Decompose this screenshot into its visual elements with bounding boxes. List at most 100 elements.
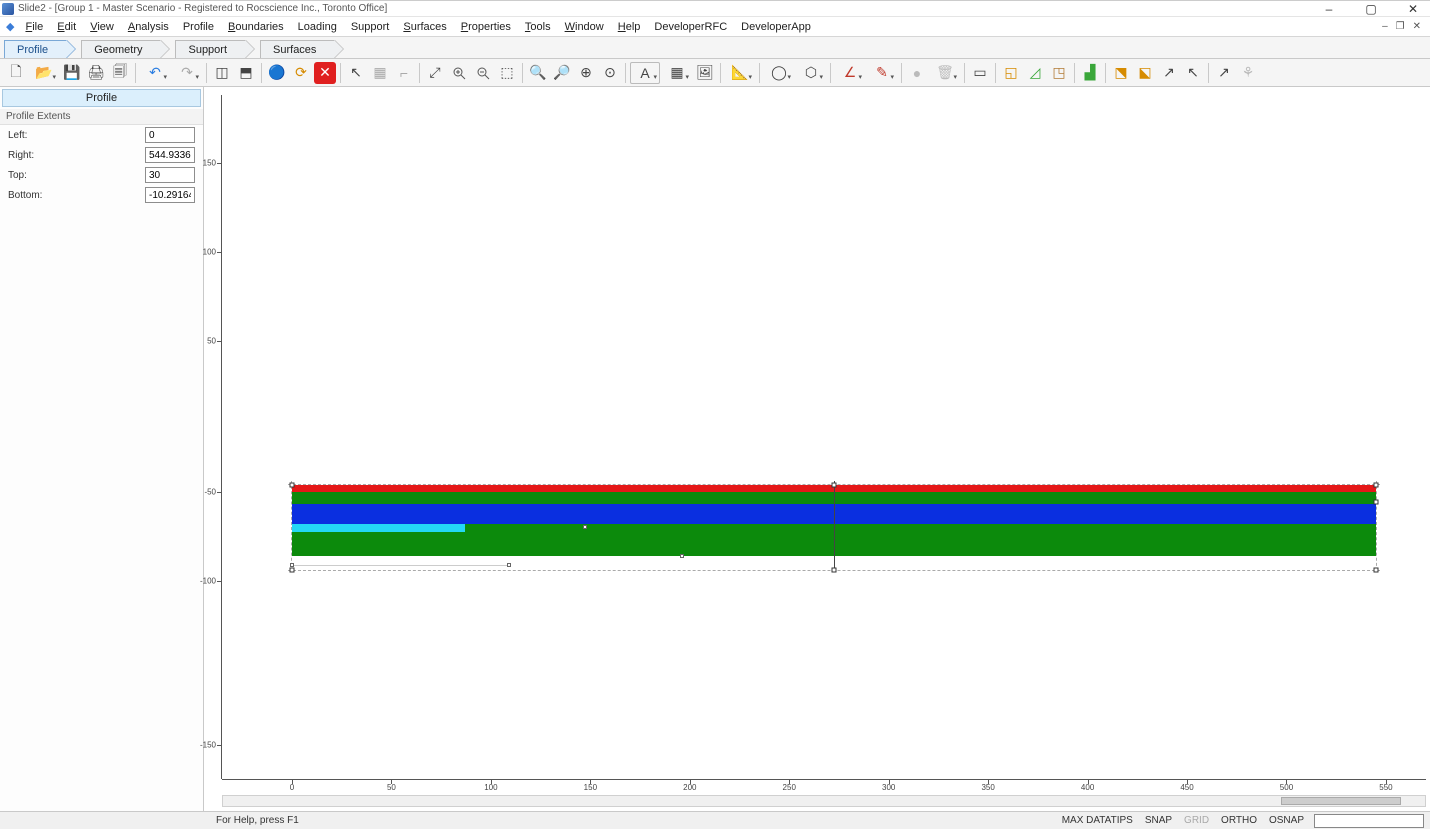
table-tool-button[interactable]: ▦ [662,62,692,84]
open-button[interactable]: 📂 [29,62,59,84]
water-table-button[interactable]: ▟ [1079,62,1101,84]
zoom-out-button[interactable] [472,62,494,84]
menu-file[interactable]: File [18,19,50,35]
select-button[interactable]: ↖ [345,62,367,84]
properties-panel: Profile Profile Extents Left: Right: Top… [0,87,204,811]
bottom-input[interactable] [145,187,195,203]
menu-developer-rfc[interactable]: DeveloperRFC [647,19,734,35]
measure-button[interactable]: 📐 [725,62,755,84]
layer-button-2[interactable]: ⬕ [1134,62,1156,84]
zoom-next-button[interactable]: 🔎 [551,62,573,84]
top-input[interactable] [145,167,195,183]
angle-tool-button[interactable]: ∠ [835,62,865,84]
mdi-restore-button[interactable]: ❐ [1393,21,1408,32]
status-ortho[interactable]: ORTHO [1215,815,1263,826]
handle[interactable] [832,483,837,488]
menu-window[interactable]: Window [558,19,611,35]
text-tool-button[interactable]: A [630,62,660,84]
menu-surfaces[interactable]: Surfaces [396,19,453,35]
window-title: Slide2 - [Group 1 - Master Scenario - Re… [18,3,1314,14]
mdi-close-button[interactable]: ✕ [1410,21,1424,32]
mdi-minimize-button[interactable]: – [1379,21,1391,32]
anchor-button[interactable]: ↗ [1158,62,1180,84]
support-button-2[interactable]: ⚘ [1237,62,1259,84]
menu-edit[interactable]: Edit [50,19,83,35]
status-osnap[interactable]: OSNAP [1263,815,1310,826]
right-input[interactable] [145,147,195,163]
zoom-window-button[interactable]: ⬚ [496,62,518,84]
maximize-button[interactable]: ▢ [1356,2,1386,16]
drawing-canvas[interactable] [222,95,1426,795]
menu-profile[interactable]: Profile [176,19,221,35]
status-grid[interactable]: GRID [1178,815,1215,826]
model-viewport[interactable]: 15010050-50-100-150 [204,87,1430,811]
right-label: Right: [8,150,34,161]
menu-view[interactable]: View [83,19,121,35]
image-tool-button[interactable]: 🖼 [694,62,716,84]
nail-button[interactable]: ↖ [1182,62,1204,84]
scrollbar-thumb[interactable] [1281,797,1401,805]
ellipse-tool-button[interactable]: ◯ [764,62,794,84]
tab-geometry[interactable]: Geometry [81,40,161,58]
redo-button[interactable]: ↷ [172,62,202,84]
zoom-in-button[interactable] [448,62,470,84]
menu-help[interactable]: Help [611,19,648,35]
support-button-1[interactable]: ↗ [1213,62,1235,84]
interpret-button[interactable]: ✕ [314,62,336,84]
cross-section[interactable] [292,485,1376,565]
zoom-all-button[interactable]: ⊕ [575,62,597,84]
tab-support[interactable]: Support [175,40,246,58]
menu-support[interactable]: Support [344,19,397,35]
edit-tool-button[interactable]: ✎ [867,62,897,84]
minimize-button[interactable]: – [1314,2,1344,16]
handle[interactable] [290,483,295,488]
menu-boundaries[interactable]: Boundaries [221,19,291,35]
compute-button[interactable]: ⟳ [290,62,312,84]
axes-button[interactable]: ⌐ [393,62,415,84]
app-menu-icon[interactable]: ◆ [2,20,18,33]
menu-bar: ◆ File Edit View Analysis Profile Bounda… [0,17,1430,37]
save-button[interactable]: 💾 [61,62,83,84]
print-button[interactable]: 🖨 [85,62,107,84]
status-max-datatips[interactable]: MAX DATATIPS [1056,815,1139,826]
menu-developer-app[interactable]: DeveloperApp [734,19,818,35]
polygon-tool-button[interactable]: ⬡ [796,62,826,84]
copy-view-button[interactable]: 🗐 [109,62,131,84]
handle[interactable] [1374,500,1379,505]
handle[interactable] [1374,568,1379,573]
horizontal-scrollbar[interactable] [222,795,1426,807]
bottom-label: Bottom: [8,190,42,201]
zoom-prev-button[interactable]: 🔍 [527,62,549,84]
zoom-select-button[interactable]: ⊙ [599,62,621,84]
menu-properties[interactable]: Properties [454,19,518,35]
panel-title: Profile [2,89,201,107]
project-settings-button[interactable]: 🔵 [266,62,288,84]
status-snap[interactable]: SNAP [1139,815,1178,826]
reserved-button-1[interactable]: ● [906,62,928,84]
handle[interactable] [290,568,295,573]
zoom-extents-button[interactable]: ⤢ [424,62,446,84]
close-button[interactable]: ✕ [1398,2,1428,16]
tab-profile[interactable]: Profile [4,40,67,58]
new-button[interactable]: 🗋 [5,62,27,84]
menu-tools[interactable]: Tools [518,19,558,35]
center-line [834,481,835,571]
tile-horiz-button[interactable]: ⬒ [235,62,257,84]
undo-button[interactable]: ↶ [140,62,170,84]
handle[interactable] [1374,483,1379,488]
boundary-delete-button[interactable]: ◳ [1048,62,1070,84]
menu-analysis[interactable]: Analysis [121,19,176,35]
boundary-edit-button[interactable]: ◿ [1024,62,1046,84]
tab-surfaces[interactable]: Surfaces [260,40,335,58]
command-input[interactable] [1314,814,1424,828]
tile-vert-button[interactable]: ◫ [211,62,233,84]
left-input[interactable] [145,127,195,143]
boundary-add-button[interactable]: ◱ [1000,62,1022,84]
grid-button[interactable]: ▦ [369,62,391,84]
layer-cyan-lens [292,524,465,532]
delete-button[interactable]: 🗑 [930,62,960,84]
handle[interactable] [832,568,837,573]
layer-button-1[interactable]: ⬔ [1110,62,1132,84]
material-button[interactable]: ▭ [969,62,991,84]
menu-loading[interactable]: Loading [291,19,344,35]
